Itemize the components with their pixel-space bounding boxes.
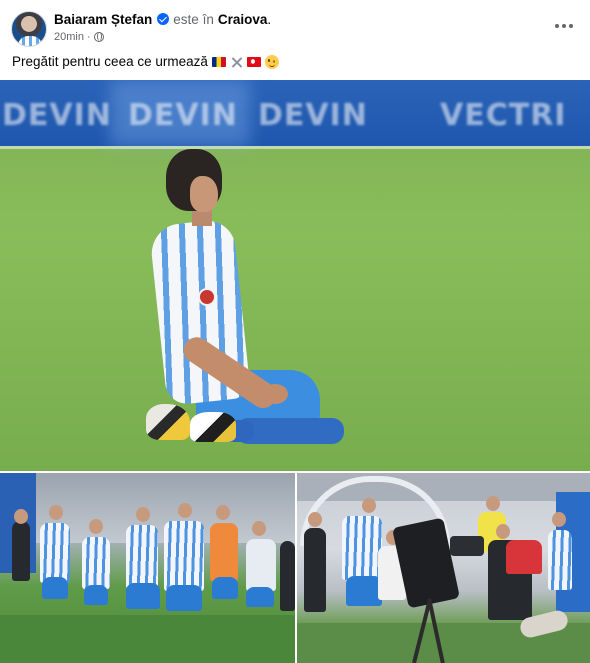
avatar-shirt xyxy=(18,36,42,46)
stadium-ad-banner: DEVIN DEVIN DEVIN VECTRI xyxy=(0,80,590,146)
caption-text: Pregătit pentru ceea ce urmează xyxy=(12,54,208,69)
author-avatar[interactable] xyxy=(11,11,47,47)
location-link[interactable]: Craiova xyxy=(218,12,268,27)
banner-word: DEVIN xyxy=(2,98,112,133)
post-time[interactable]: 20min xyxy=(54,31,84,43)
banner-word: DEVIN xyxy=(128,98,238,133)
location-suffix: . xyxy=(267,12,272,27)
pitch-line xyxy=(0,146,590,149)
more-dot-icon xyxy=(555,24,559,28)
post-photo-main[interactable]: DEVIN DEVIN DEVIN VECTRI xyxy=(0,80,590,471)
post-header: Baiaram Ștefan este în Craiova. 20min · xyxy=(0,0,590,48)
romania-flag-icon xyxy=(211,57,226,67)
crossed-swords-icon xyxy=(230,56,243,69)
author-name[interactable]: Baiaram Ștefan xyxy=(54,12,152,27)
meta-separator: · xyxy=(86,31,91,43)
post-meta: 20min · xyxy=(54,31,104,43)
globe-icon xyxy=(93,32,104,42)
location-prefix: este în xyxy=(173,12,214,27)
tv-camera-lens xyxy=(450,536,484,556)
post-caption: Pregătit pentru ceea ce urmează xyxy=(12,53,279,71)
turkey-flag-icon xyxy=(246,57,261,67)
author-line: Baiaram Ștefan este în Craiova. xyxy=(54,11,271,28)
more-dot-icon xyxy=(562,24,566,28)
more-dot-icon xyxy=(569,24,573,28)
verified-badge-icon xyxy=(157,13,170,25)
post-photo-team[interactable] xyxy=(0,473,295,663)
more-options-button[interactable] xyxy=(549,14,579,38)
banner-word: VECTRI xyxy=(440,98,567,133)
winking-face-icon xyxy=(264,55,279,69)
banner-word: DEVIN xyxy=(258,98,368,133)
